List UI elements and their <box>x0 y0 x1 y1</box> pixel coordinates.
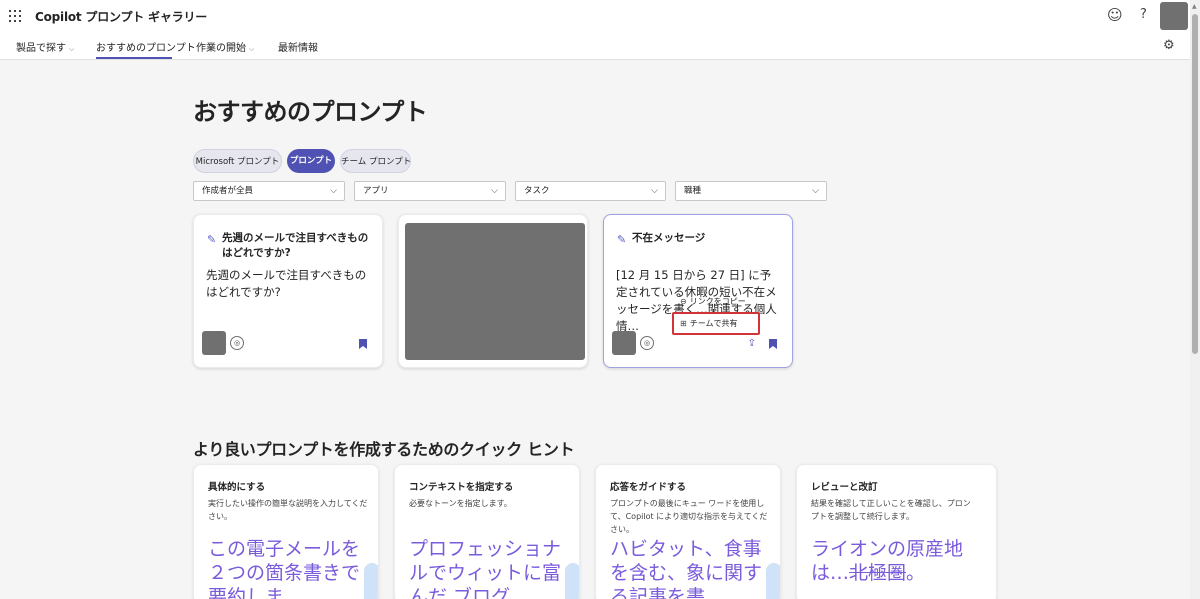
card-title: 先週のメールで注目すべきものはどれですか? <box>222 232 369 259</box>
card-body: 先週のメールで注目すべきものはどれですか? <box>206 268 367 299</box>
chevron-down-icon: ⌵ <box>651 186 658 196</box>
tip-card: 応答をガイドする プロンプトの最後にキュー ワードを使用して、Copilot に… <box>595 464 781 599</box>
prompt-card[interactable]: ✎ 先週のメールで注目すべきものはどれですか? 先週のメールで注目すべきものはど… <box>193 214 383 368</box>
tip-example: この電子メールを２つの箇条書きで要約しま <box>208 538 361 599</box>
nav-bar: 製品で探す ⌵ おすすめのプロンプト 作業の開始 ⌵ 最新情報 ⚙ <box>0 32 1190 60</box>
job-type-filter-dropdown[interactable]: 職種 ⌵ <box>675 181 827 201</box>
app-launcher-icon[interactable] <box>9 10 21 22</box>
card-image <box>405 223 585 360</box>
active-tab-indicator <box>96 57 172 59</box>
link-icon: ⊖ <box>680 297 687 306</box>
tip-description: 必要なトーンを指定します。 <box>409 499 512 508</box>
tip-title: レビューと改訂 <box>811 482 878 493</box>
tip-example-suffix: 。 <box>906 562 926 584</box>
nav-item-label: おすすめのプロンプト <box>96 43 196 54</box>
app-filter-dropdown[interactable]: アプリ ⌵ <box>354 181 506 201</box>
app-title[interactable]: Copilot プロンプト ギャラリー <box>35 8 207 25</box>
tip-example: ライオンの原産地は…北極圏。 <box>811 537 971 585</box>
page-title: おすすめのプロンプト <box>193 98 428 126</box>
teams-icon: ⊞ <box>680 319 687 328</box>
page-scrollbar[interactable]: ▲ <box>1190 0 1200 599</box>
app-thumbnail <box>202 331 226 355</box>
filter-tab-prompts[interactable]: プロンプト <box>287 149 335 173</box>
tip-example-struck: 北極圏 <box>849 562 907 584</box>
tip-example: プロフェッショナルでウィットに富んだ ブログ <box>409 538 562 599</box>
tip-card: 具体的にする 実行したい操作の簡単な説明を入力してください。 この電子メールを２… <box>193 464 379 599</box>
tip-description: 実行したい操作の簡単な説明を入力してください。 <box>208 499 368 521</box>
pen-icon: ✎ <box>617 233 627 246</box>
feedback-smiley-icon[interactable]: ☺ <box>1107 7 1123 23</box>
scrollbar-thumb[interactable] <box>1192 14 1198 354</box>
decorative-glow <box>364 563 378 599</box>
tip-title: 応答をガイドする <box>610 482 687 493</box>
dropdown-value: タスク <box>524 186 550 196</box>
filter-tab-team-prompts[interactable]: チーム プロンプト <box>340 149 411 173</box>
tip-title: 具体的にする <box>208 482 266 493</box>
tip-card: コンテキストを指定する 必要なトーンを指定します。 プロフェッショナルでウィット… <box>394 464 580 599</box>
decorative-glow <box>766 563 780 599</box>
menu-item-share-in-teams[interactable]: ⊞ チームで共有 <box>680 318 737 329</box>
nav-item-label: 最新情報 <box>278 43 318 54</box>
author-filter-dropdown[interactable]: 作成者が全員 ⌵ <box>193 181 345 201</box>
app-thumbnail <box>612 331 636 355</box>
tip-example: ハビタット、食事を含む、象に関する記事を書 <box>610 538 763 599</box>
chevron-down-icon: ⌵ <box>330 186 337 196</box>
menu-item-copy-link[interactable]: ⊖ リンクをコピー <box>680 296 746 307</box>
chevron-down-icon: ⌵ <box>249 45 255 53</box>
nav-item-explore-by-product[interactable]: 製品で探す ⌵ <box>16 39 74 54</box>
help-icon[interactable]: ? <box>1140 7 1147 22</box>
prompt-card-image[interactable] <box>398 214 588 368</box>
nav-item-label: 製品で探す <box>16 43 66 54</box>
decorative-glow <box>565 563 579 599</box>
scroll-up-arrow-icon[interactable]: ▲ <box>1192 3 1197 10</box>
chevron-down-icon: ⌵ <box>69 45 75 53</box>
bookmark-icon[interactable] <box>769 339 777 349</box>
filter-tab-microsoft-prompts[interactable]: Microsoft プロンプト <box>193 149 282 173</box>
copilot-icon: ◎ <box>230 336 244 350</box>
copilot-icon: ◎ <box>640 336 654 350</box>
user-avatar[interactable] <box>1160 2 1188 30</box>
dropdown-value: 作成者が全員 <box>202 186 254 196</box>
tip-description: 結果を確認して正しいことを確認し、プロンプトを調整して続行します。 <box>811 499 971 521</box>
pen-icon: ✎ <box>207 233 217 246</box>
settings-gear-icon[interactable]: ⚙ <box>1163 38 1175 53</box>
top-bar: Copilot プロンプト ギャラリー ☺ ? <box>0 0 1190 32</box>
nav-item-whats-new[interactable]: 最新情報 <box>278 39 318 54</box>
task-filter-dropdown[interactable]: タスク ⌵ <box>515 181 666 201</box>
chevron-down-icon: ⌵ <box>491 186 498 196</box>
menu-item-label: リンクをコピー <box>689 297 746 306</box>
tip-description: プロンプトの最後にキュー ワードを使用して、Copilot により適切な指示を与… <box>610 499 768 534</box>
dropdown-value: 職種 <box>684 186 702 196</box>
card-title: 不在メッセージ <box>632 232 706 244</box>
tip-card: レビューと改訂 結果を確認して正しいことを確認し、プロンプトを調整して続行します… <box>796 464 997 599</box>
bookmark-icon[interactable] <box>359 339 367 349</box>
chevron-down-icon: ⌵ <box>812 186 819 196</box>
nav-item-get-started[interactable]: 作業の開始 ⌵ <box>196 39 254 54</box>
dropdown-value: アプリ <box>363 186 389 196</box>
nav-item-recommended-prompts[interactable]: おすすめのプロンプト <box>96 39 196 54</box>
share-context-menu: ⊖ リンクをコピー ⊞ チームで共有 <box>672 290 760 336</box>
nav-item-label: 作業の開始 <box>196 43 246 54</box>
share-icon[interactable]: ⇪ <box>748 338 756 349</box>
tips-section-title: より良いプロンプトを作成するためのクイック ヒント <box>193 440 575 459</box>
tip-title: コンテキストを指定する <box>409 482 514 493</box>
menu-item-label: チームで共有 <box>689 319 738 328</box>
